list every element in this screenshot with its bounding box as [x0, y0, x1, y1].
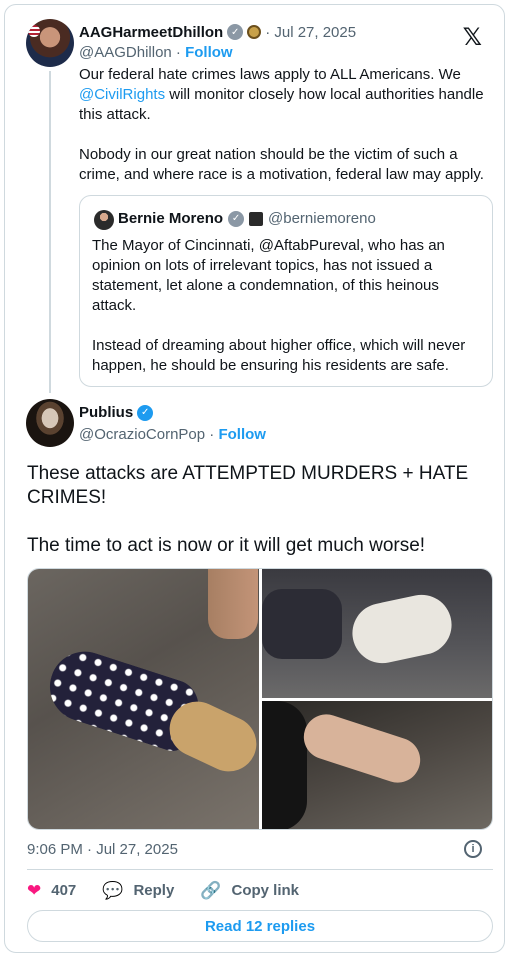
separator-dot: · — [171, 44, 186, 61]
main-handle[interactable]: @OcrazioCornPop — [79, 426, 205, 443]
parent-handle[interactable]: @AAGDhillon — [79, 44, 172, 61]
info-icon[interactable]: i — [464, 840, 482, 858]
main-avatar[interactable] — [26, 399, 74, 447]
media-photo-1[interactable] — [28, 569, 266, 829]
quoted-post[interactable]: Bernie Moreno ✓ @berniemoreno The Mayor … — [79, 195, 493, 387]
photo-figure — [208, 569, 258, 639]
thread-line — [49, 71, 51, 393]
like-count: 407 — [51, 881, 77, 899]
main-follow-link[interactable]: Follow — [218, 426, 266, 443]
reply-bubble-icon: 💬 — [102, 880, 124, 900]
reply-button[interactable]: 💬 Reply — [102, 882, 174, 899]
civil-rights-mention-link[interactable]: @CivilRights — [79, 86, 165, 103]
photo-figure — [346, 589, 458, 669]
like-button[interactable]: ❤ 407 — [27, 882, 76, 899]
parent-follow-link[interactable]: Follow — [185, 44, 233, 61]
quote-avatar — [94, 210, 114, 230]
heart-icon: ❤ — [27, 880, 42, 900]
quote-display-name: Bernie Moreno — [118, 210, 224, 227]
embedded-post-card: AAGHarmeetDhillon ✓ · Jul 27, 2025 𝕏 @AA… — [4, 4, 505, 953]
main-name-row: Publius ✓ — [79, 404, 154, 421]
parent-display-name[interactable]: AAGHarmeetDhillon — [79, 24, 223, 41]
reply-label: Reply — [133, 881, 175, 899]
media-grid — [27, 568, 493, 830]
media-photo-2[interactable] — [262, 569, 492, 698]
copy-link-button[interactable]: 🔗 Copy link — [200, 882, 299, 899]
government-seal-icon — [247, 25, 262, 39]
parent-date[interactable]: · Jul 27, 2025 — [265, 24, 356, 41]
photo-figure — [262, 701, 307, 829]
main-display-name[interactable]: Publius — [79, 404, 133, 421]
gray-verified-badge-icon: ✓ — [227, 24, 244, 40]
gray-verified-badge-icon: ✓ — [228, 210, 245, 227]
parent-text-part: Our federal hate crimes laws apply to AL… — [79, 66, 466, 83]
media-photo-3[interactable] — [262, 701, 492, 829]
main-post-text: These attacks are ATTEMPTED MURDERS + HA… — [27, 463, 469, 556]
quote-header: Bernie Moreno ✓ @berniemoreno — [118, 210, 376, 227]
separator-dot: · — [205, 426, 219, 443]
read-replies-button[interactable]: Read 12 replies — [27, 910, 493, 942]
divider — [27, 869, 493, 870]
x-logo-icon[interactable]: 𝕏 — [463, 23, 482, 51]
affiliation-badge-icon — [249, 211, 264, 226]
link-icon: 🔗 — [200, 880, 222, 900]
blue-verified-badge-icon: ✓ — [137, 404, 154, 421]
main-handle-row: @OcrazioCornPop · Follow — [79, 426, 266, 443]
parent-name-row: AAGHarmeetDhillon ✓ · Jul 27, 2025 — [79, 22, 356, 42]
parent-avatar[interactable] — [26, 19, 74, 67]
flag-pin-icon — [28, 25, 40, 37]
photo-figure — [262, 589, 342, 659]
photo-figure — [297, 708, 427, 789]
parent-handle-row: @AAGDhillon · Follow — [79, 44, 233, 61]
parent-post-text: Our federal hate crimes laws apply to AL… — [79, 65, 499, 185]
quote-text: The Mayor of Cincinnati, @AftabPureval, … — [92, 237, 466, 374]
action-bar: ❤ 407 💬 Reply 🔗 Copy link — [27, 879, 325, 901]
quote-handle: @berniemoreno — [268, 210, 376, 227]
copy-link-label: Copy link — [231, 881, 299, 899]
post-timestamp[interactable]: 9:06 PM · Jul 27, 2025 — [27, 841, 178, 858]
